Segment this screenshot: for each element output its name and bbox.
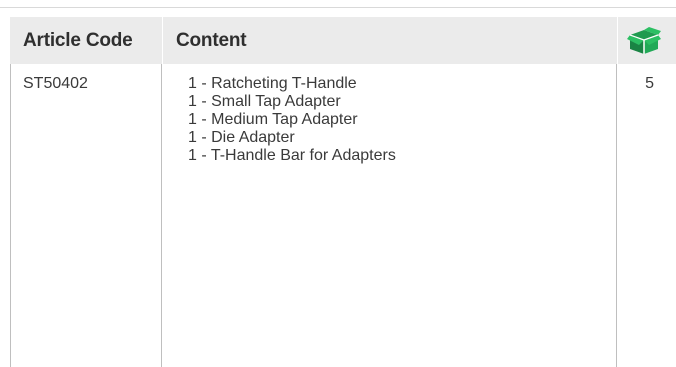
quantity-cell: 5 xyxy=(645,75,654,92)
content-cell: 1 - Ratcheting T-Handle 1 - Small Tap Ad… xyxy=(162,64,617,367)
content-line: 1 - Die Adapter xyxy=(188,129,295,146)
box-icon xyxy=(627,26,661,56)
content-line: 1 - Ratcheting T-Handle xyxy=(188,75,357,92)
table-header-row: Article Code Content xyxy=(10,17,676,64)
article-code-cell: ST50402 xyxy=(10,64,162,367)
header-quantity xyxy=(617,17,676,64)
table-row: ST50402 1 - Ratcheting T-Handle 1 - Smal… xyxy=(10,64,676,367)
header-content: Content xyxy=(162,17,617,64)
header-article-code: Article Code xyxy=(23,29,133,51)
content-line: 1 - T-Handle Bar for Adapters xyxy=(188,147,396,164)
content-line: 1 - Small Tap Adapter xyxy=(188,93,341,110)
top-divider xyxy=(0,7,676,8)
content-line: 1 - Medium Tap Adapter xyxy=(188,111,358,128)
